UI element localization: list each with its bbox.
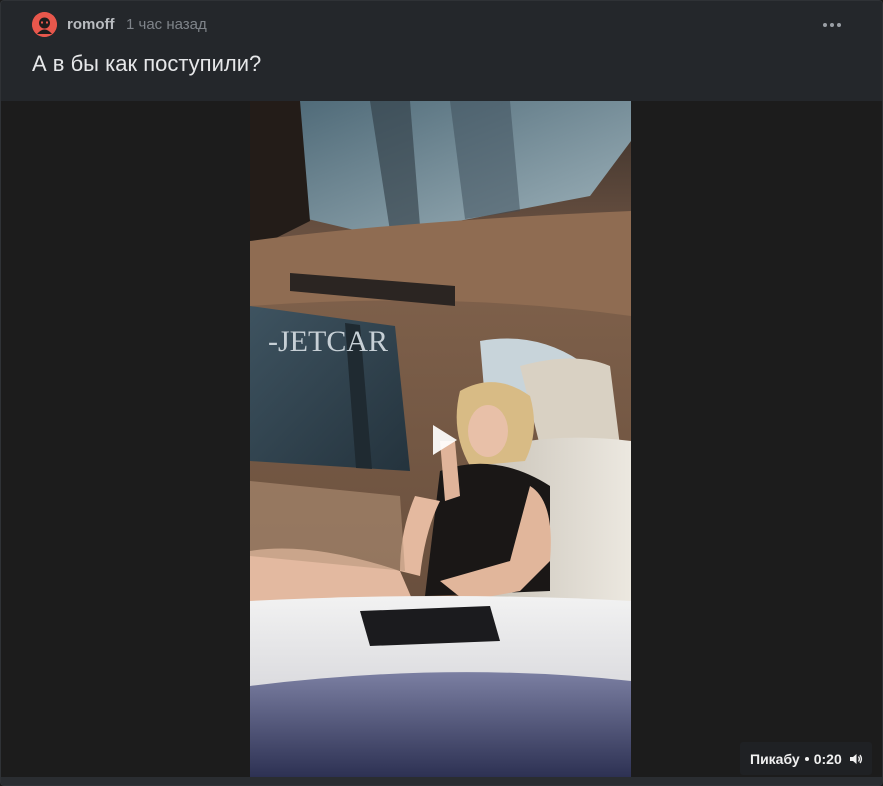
watermark-text: -JETCAR (268, 325, 388, 358)
video-area: -JETCAR Пикабу 0:20 (1, 101, 882, 777)
separator-dot (804, 756, 809, 761)
post-time: 1 час назад (126, 16, 207, 33)
card-footer (1, 777, 882, 785)
avatar-icon (32, 12, 57, 37)
speaker-icon[interactable] (849, 753, 863, 765)
post-header: romoff 1 час назад А в бы как поступили? (1, 1, 882, 101)
more-dots-icon[interactable] (819, 15, 845, 35)
video-source: Пикабу (750, 750, 800, 767)
play-icon[interactable] (430, 423, 460, 457)
avatar[interactable] (32, 12, 57, 37)
video-duration: 0:20 (813, 750, 842, 767)
author-name[interactable]: romoff (67, 16, 115, 33)
video-info-badge: Пикабу 0:20 (740, 742, 872, 775)
post-card: romoff 1 час назад А в бы как поступили? (0, 0, 883, 786)
post-title[interactable]: А в бы как поступили? (32, 51, 261, 77)
video-player[interactable]: -JETCAR (250, 101, 631, 777)
